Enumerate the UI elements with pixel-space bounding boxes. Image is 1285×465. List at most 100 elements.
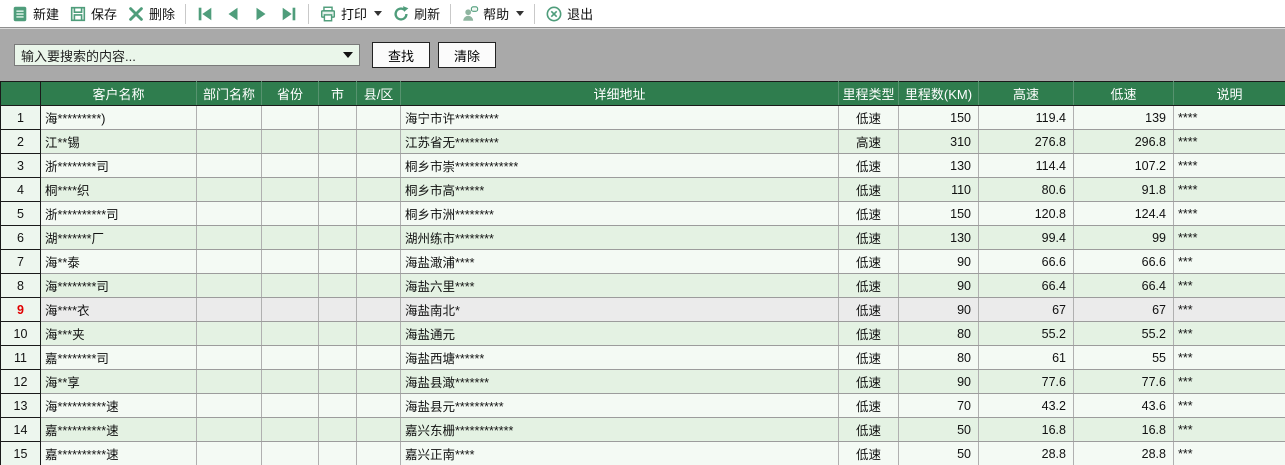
cell-department[interactable] xyxy=(196,225,262,250)
cell-customer[interactable]: 海**泰 xyxy=(40,249,197,274)
cell-lowspeed[interactable]: 296.8 xyxy=(1073,129,1174,154)
print-button[interactable]: 打印 xyxy=(314,2,387,25)
cell-province[interactable] xyxy=(261,273,319,298)
cell-mileage-type[interactable]: 低速 xyxy=(838,201,899,226)
cell-city[interactable] xyxy=(318,369,357,394)
cell-county[interactable] xyxy=(356,249,401,274)
cell-customer[interactable]: 江**锡 xyxy=(40,129,197,154)
cell-address[interactable]: 湖州练市******** xyxy=(400,225,839,250)
cell-mileage-type[interactable]: 低速 xyxy=(838,441,899,465)
cell-department[interactable] xyxy=(196,417,262,442)
cell-city[interactable] xyxy=(318,345,357,370)
cell-county[interactable] xyxy=(356,297,401,322)
cell-mileage-type[interactable]: 低速 xyxy=(838,177,899,202)
cell-province[interactable] xyxy=(261,177,319,202)
cell-province[interactable] xyxy=(261,417,319,442)
cell-mileage-km[interactable]: 90 xyxy=(898,249,979,274)
column-header-address[interactable]: 详细地址 xyxy=(400,81,839,106)
cell-customer[interactable]: 嘉********司 xyxy=(40,345,197,370)
cell-mileage-km[interactable]: 110 xyxy=(898,177,979,202)
cell-city[interactable] xyxy=(318,249,357,274)
cell-county[interactable] xyxy=(356,345,401,370)
cell-mileage-type[interactable]: 低速 xyxy=(838,345,899,370)
cell-mileage-km[interactable]: 90 xyxy=(898,273,979,298)
cell-city[interactable] xyxy=(318,321,357,346)
cell-highway[interactable]: 66.4 xyxy=(978,273,1074,298)
print-dropdown-caret-icon[interactable] xyxy=(374,11,383,16)
cell-address[interactable]: 海盐县元********** xyxy=(400,393,839,418)
cell-customer[interactable]: 海*********) xyxy=(40,105,197,130)
row-number[interactable]: 3 xyxy=(0,153,41,178)
row-number[interactable]: 5 xyxy=(0,201,41,226)
cell-highway[interactable]: 28.8 xyxy=(978,441,1074,465)
table-row[interactable]: 8 海********司 海盐六里**** 低速 90 66.4 66.4 *** xyxy=(0,273,1285,298)
cell-department[interactable] xyxy=(196,321,262,346)
refresh-button[interactable]: 刷新 xyxy=(387,2,445,25)
cell-note[interactable]: **** xyxy=(1173,105,1285,130)
cell-customer[interactable]: 桐****织 xyxy=(40,177,197,202)
cell-note[interactable]: *** xyxy=(1173,345,1285,370)
cell-county[interactable] xyxy=(356,417,401,442)
exit-button[interactable]: 退出 xyxy=(540,2,598,25)
last-record-button[interactable] xyxy=(275,3,303,25)
cell-note[interactable]: *** xyxy=(1173,249,1285,274)
cell-department[interactable] xyxy=(196,177,262,202)
cell-province[interactable] xyxy=(261,369,319,394)
cell-city[interactable] xyxy=(318,441,357,465)
cell-county[interactable] xyxy=(356,321,401,346)
cell-address[interactable]: 海宁市许********* xyxy=(400,105,839,130)
column-header-highway[interactable]: 高速 xyxy=(978,81,1074,106)
cell-customer[interactable]: 海********司 xyxy=(40,273,197,298)
cell-department[interactable] xyxy=(196,297,262,322)
cell-province[interactable] xyxy=(261,129,319,154)
cell-note[interactable]: **** xyxy=(1173,177,1285,202)
column-header-lowspeed[interactable]: 低速 xyxy=(1073,81,1174,106)
cell-address[interactable]: 海盐通元 xyxy=(400,321,839,346)
cell-mileage-km[interactable]: 90 xyxy=(898,297,979,322)
cell-address[interactable]: 江苏省无********* xyxy=(400,129,839,154)
cell-highway[interactable]: 99.4 xyxy=(978,225,1074,250)
cell-customer[interactable]: 海**享 xyxy=(40,369,197,394)
cell-highway[interactable]: 119.4 xyxy=(978,105,1074,130)
cell-mileage-type[interactable]: 低速 xyxy=(838,321,899,346)
cell-mileage-km[interactable]: 130 xyxy=(898,153,979,178)
cell-city[interactable] xyxy=(318,201,357,226)
row-number[interactable]: 11 xyxy=(0,345,41,370)
delete-button[interactable]: 删除 xyxy=(122,2,180,25)
cell-note[interactable]: **** xyxy=(1173,201,1285,226)
cell-customer[interactable]: 嘉**********速 xyxy=(40,441,197,465)
column-header-city[interactable]: 市 xyxy=(318,81,357,106)
cell-mileage-km[interactable]: 80 xyxy=(898,345,979,370)
cell-county[interactable] xyxy=(356,201,401,226)
cell-customer[interactable]: 嘉**********速 xyxy=(40,417,197,442)
cell-department[interactable] xyxy=(196,153,262,178)
cell-department[interactable] xyxy=(196,345,262,370)
cell-mileage-type[interactable]: 低速 xyxy=(838,153,899,178)
cell-lowspeed[interactable]: 55 xyxy=(1073,345,1174,370)
cell-address[interactable]: 桐乡市崇************* xyxy=(400,153,839,178)
table-row[interactable]: 9 海****衣 海盐南北* 低速 90 67 67 *** xyxy=(0,297,1285,322)
cell-address[interactable]: 海盐县澉******* xyxy=(400,369,839,394)
cell-city[interactable] xyxy=(318,177,357,202)
cell-province[interactable] xyxy=(261,297,319,322)
row-number[interactable]: 1 xyxy=(0,105,41,130)
cell-note[interactable]: *** xyxy=(1173,441,1285,465)
cell-lowspeed[interactable]: 77.6 xyxy=(1073,369,1174,394)
cell-mileage-type[interactable]: 低速 xyxy=(838,369,899,394)
cell-lowspeed[interactable]: 66.6 xyxy=(1073,249,1174,274)
cell-department[interactable] xyxy=(196,441,262,465)
table-row[interactable]: 15 嘉**********速 嘉兴正南**** 低速 50 28.8 28.8 *** xyxy=(0,441,1285,465)
cell-department[interactable] xyxy=(196,201,262,226)
cell-customer[interactable]: 海**********速 xyxy=(40,393,197,418)
cell-lowspeed[interactable]: 67 xyxy=(1073,297,1174,322)
cell-mileage-km[interactable]: 50 xyxy=(898,417,979,442)
cell-county[interactable] xyxy=(356,369,401,394)
cell-mileage-type[interactable]: 低速 xyxy=(838,417,899,442)
cell-department[interactable] xyxy=(196,273,262,298)
cell-note[interactable]: *** xyxy=(1173,369,1285,394)
cell-lowspeed[interactable]: 16.8 xyxy=(1073,417,1174,442)
cell-city[interactable] xyxy=(318,297,357,322)
cell-lowspeed[interactable]: 107.2 xyxy=(1073,153,1174,178)
table-row[interactable]: 11 嘉********司 海盐西塘****** 低速 80 61 55 *** xyxy=(0,345,1285,370)
table-row[interactable]: 2 江**锡 江苏省无********* 高速 310 276.8 296.8 **** xyxy=(0,129,1285,154)
